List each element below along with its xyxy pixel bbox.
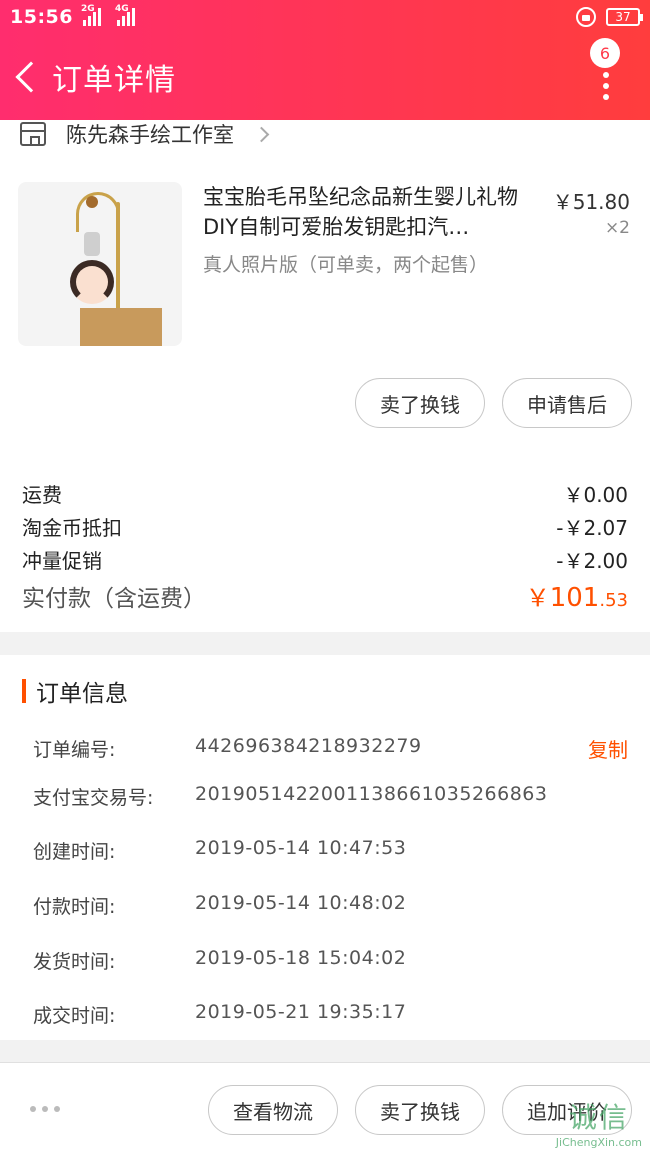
shop-name: 陈先森手绘工作室 <box>66 123 234 147</box>
info-value: 2019-05-14 10:48:02 <box>195 892 407 914</box>
coin-label: 淘金币抵扣 <box>22 516 122 540</box>
info-value: 442696384218932279 <box>195 735 422 757</box>
bottom-action-bar: 查看物流 卖了换钱 追加评价 诚信 JiChengXin.com <box>0 1062 650 1155</box>
total-amount: ￥101.53 <box>526 578 628 613</box>
info-key: 订单编号: <box>33 739 116 761</box>
info-key: 支付宝交易号: <box>33 787 154 809</box>
info-row-paid: 付款时间: 2019-05-14 10:48:02 <box>33 892 628 919</box>
watermark-logo: 诚信 JiChengXin.com <box>555 1101 642 1149</box>
info-value: 2019-05-14 10:47:53 <box>195 837 407 859</box>
shipping-value: ￥0.00 <box>563 483 628 507</box>
notification-badge: 6 <box>590 38 620 68</box>
more-menu-button[interactable]: 6 <box>584 38 630 100</box>
info-row-order-no: 订单编号: 442696384218932279 <box>33 735 628 762</box>
more-options-icon[interactable] <box>30 1106 60 1112</box>
total-label: 实付款（含运费） <box>22 586 206 612</box>
request-after-sale-button[interactable]: 申请售后 <box>502 378 632 428</box>
signal-icon-2: 4G <box>115 4 135 26</box>
coin-deduction-row: 淘金币抵扣 -￥2.07 <box>22 512 628 541</box>
info-row-created: 创建时间: 2019-05-14 10:47:53 <box>33 837 628 864</box>
shop-icon <box>20 122 46 146</box>
product-title[interactable]: 宝宝胎毛吊坠纪念品新生婴儿礼物DIY自制可爱胎发钥匙扣汽… <box>203 182 533 242</box>
info-row-completed: 成交时间: 2019-05-21 19:35:17 <box>33 1001 628 1028</box>
order-item-card: 陈先森手绘工作室 宝宝胎毛吊坠纪念品新生婴儿礼物DIY自制可爱胎发钥匙扣汽… 真… <box>0 120 650 632</box>
page-title: 订单详情 <box>52 63 176 98</box>
promo-label: 冲量促销 <box>22 549 102 573</box>
info-key: 成交时间: <box>33 1005 116 1027</box>
info-value: 2019051422001138661035266863 <box>195 783 548 805</box>
coin-value: -￥2.07 <box>556 516 628 540</box>
info-value: 2019-05-21 19:35:17 <box>195 1001 407 1023</box>
battery-icon: 37 <box>606 8 643 26</box>
total-cents: .53 <box>599 590 628 611</box>
status-bar: 15:56 2G 4G 37 <box>0 0 650 34</box>
view-logistics-button[interactable]: 查看物流 <box>208 1085 338 1135</box>
total-integer: 101 <box>549 583 600 613</box>
rotation-lock-icon <box>576 7 596 27</box>
section-title-text: 订单信息 <box>36 681 128 707</box>
section-title: 订单信息 <box>22 679 128 707</box>
info-key: 创建时间: <box>33 841 116 863</box>
status-time: 15:56 <box>10 6 73 28</box>
shop-row[interactable]: 陈先森手绘工作室 <box>20 120 270 148</box>
shipping-fee-row: 运费 ￥0.00 <box>22 479 628 508</box>
back-arrow-icon[interactable] <box>15 61 47 93</box>
product-price: ￥51.80 <box>552 190 630 214</box>
more-dots-icon <box>603 72 609 105</box>
network-label-2: 4G <box>114 4 129 14</box>
info-value: 2019-05-18 15:04:02 <box>195 947 407 969</box>
order-info-card: 订单信息 复制 订单编号: 442696384218932279 支付宝交易号:… <box>0 655 650 1040</box>
section-accent-bar <box>22 679 26 703</box>
chevron-right-icon <box>253 126 270 142</box>
info-key: 付款时间: <box>33 896 116 918</box>
currency-symbol: ￥ <box>525 584 550 612</box>
total-row: 实付款（含运费） ￥101.53 <box>22 578 628 613</box>
shipping-label: 运费 <box>22 483 62 507</box>
sell-for-cash-bottom-button[interactable]: 卖了换钱 <box>355 1085 485 1135</box>
info-key: 发货时间: <box>33 951 116 973</box>
product-quantity: ×2 <box>604 218 630 238</box>
promotion-row: 冲量促销 -￥2.00 <box>22 545 628 574</box>
sell-for-cash-button[interactable]: 卖了换钱 <box>355 378 485 428</box>
product-image[interactable] <box>18 182 182 346</box>
signal-icon: 2G <box>81 4 101 26</box>
nav-bar: 订单详情 6 <box>0 34 650 120</box>
info-row-shipped: 发货时间: 2019-05-18 15:04:02 <box>33 947 628 974</box>
product-spec: 真人照片版（可单卖，两个起售） <box>203 254 489 276</box>
info-row-alipay-no: 支付宝交易号: 2019051422001138661035266863 <box>33 783 628 810</box>
network-label: 2G <box>80 4 95 14</box>
promo-value: -￥2.00 <box>556 549 628 573</box>
header: 15:56 2G 4G 37 订单详情 6 <box>0 0 650 120</box>
